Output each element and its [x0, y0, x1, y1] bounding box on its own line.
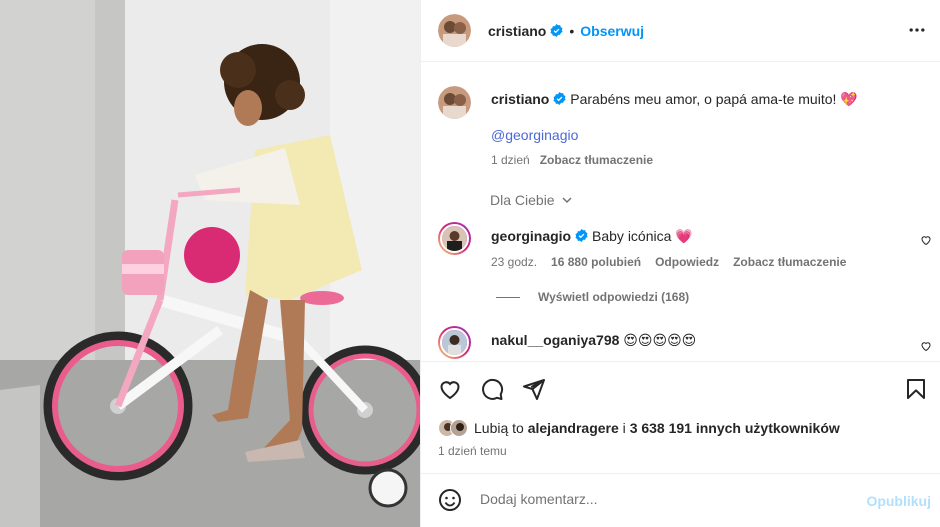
follow-button[interactable]: Obserwuj [580, 23, 644, 39]
caption-translate-link[interactable]: Zobacz tłumaczenie [540, 153, 653, 167]
comment-meta: 23 godz. 16 880 polubień Odpowiedz Zobac… [491, 255, 846, 269]
comment-text-block: georginagio Baby icónica 💗 [491, 227, 693, 245]
liker-avatar [450, 419, 468, 437]
comment-sort-label: Dla Ciebie [490, 192, 555, 208]
comment-avatar-story-ring[interactable] [438, 326, 471, 359]
comment-text: 😍😍😍😍😍 [623, 332, 697, 348]
caption-text-block: cristiano Parabéns meu amor, o papá ama-… [491, 90, 911, 108]
comment-text: Baby icónica 💗 [592, 228, 693, 244]
view-replies-label: Wyświetl odpowiedzi (168) [538, 290, 690, 304]
chevron-down-icon [562, 197, 572, 204]
likes-prefix: Lubią to [474, 420, 524, 436]
add-comment-bar: Opublikuj [421, 473, 940, 527]
post-side-panel: cristiano • Obserwuj cristiano Parabéns … [420, 0, 940, 527]
post-timestamp[interactable]: 1 dzień temu [438, 444, 507, 458]
post-header: cristiano • Obserwuj [421, 0, 940, 62]
verified-badge-icon [575, 229, 588, 242]
likes-count[interactable]: 3 638 191 innych użytkowników [630, 420, 840, 436]
comment-input[interactable] [480, 491, 840, 507]
author-username[interactable]: cristiano [488, 23, 546, 39]
view-replies-button[interactable]: Wyświetl odpowiedzi (168) [496, 290, 689, 304]
likes-username[interactable]: alejandragere [528, 420, 619, 436]
comment-like-heart-icon[interactable] [920, 234, 932, 246]
comment-likes-count[interactable]: 16 880 polubień [551, 255, 641, 269]
comment-avatar-story-ring[interactable] [438, 222, 471, 255]
header-separator-dot: • [569, 22, 575, 39]
verified-badge-icon [553, 92, 566, 105]
share-icon[interactable] [522, 377, 546, 401]
comments-list[interactable]: cristiano Parabéns meu amor, o papá ama-… [421, 62, 940, 360]
caption-text: Parabéns meu amor, o papá ama-te muito! … [570, 91, 858, 107]
caption-meta: 1 dzień Zobacz tłumaczenie [491, 153, 653, 167]
likes-summary[interactable]: Lubią to alejandragere i 3 638 191 innyc… [438, 419, 840, 437]
replies-divider-line [496, 296, 520, 298]
caption-author-avatar[interactable] [438, 86, 471, 119]
comment-reply-button[interactable]: Odpowiedz [655, 255, 719, 269]
caption-mention-link[interactable]: @georginagio [491, 127, 578, 143]
instagram-post-modal: cristiano • Obserwuj cristiano Parabéns … [0, 0, 940, 527]
comment-like-heart-icon[interactable] [920, 340, 932, 352]
more-dots-icon[interactable] [907, 20, 927, 40]
caption-time: 1 dzień [491, 153, 530, 167]
post-photo[interactable] [0, 0, 420, 527]
caption-username[interactable]: cristiano [491, 91, 549, 107]
comment-username[interactable]: nakul__oganiya798 [491, 332, 619, 348]
comment-icon[interactable] [480, 377, 504, 401]
author-avatar[interactable] [438, 14, 471, 47]
comment-username[interactable]: georginagio [491, 228, 571, 244]
emoji-icon[interactable] [438, 488, 462, 512]
publish-button[interactable]: Opublikuj [866, 493, 931, 509]
comment-text-block: nakul__oganiya798 😍😍😍😍😍 [491, 331, 696, 349]
verified-badge-icon [550, 24, 563, 37]
caption-row [438, 86, 471, 119]
comment-translate-link[interactable]: Zobacz tłumaczenie [733, 255, 846, 269]
likes-conjunction: i [622, 420, 626, 436]
post-actions: Lubią to alejandragere i 3 638 191 innyc… [421, 361, 940, 473]
comment-time: 23 godz. [491, 255, 538, 269]
comment-sort-dropdown[interactable]: Dla Ciebie [490, 192, 573, 208]
post-photo-illustration [0, 0, 420, 527]
heart-icon[interactable] [438, 377, 462, 401]
bookmark-icon[interactable] [904, 377, 928, 401]
